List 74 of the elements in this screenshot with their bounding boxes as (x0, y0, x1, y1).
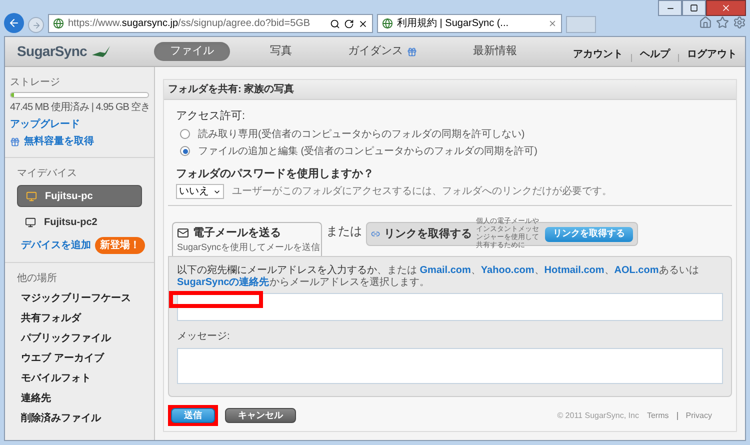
upgrade-link[interactable]: アップグレード (10, 117, 149, 132)
nav-tab[interactable]: 写真 (254, 42, 308, 61)
forward-arrow-icon (32, 20, 40, 30)
computer-icon (26, 190, 37, 202)
settings-icon[interactable] (733, 16, 746, 29)
radio-label: ファイルの追加と編集 (受信者のコンピュータからのフォルダの同期を許可) (198, 144, 538, 158)
close-tab-icon[interactable] (548, 19, 557, 28)
instructions-text: 以下の宛先欄にメールアドレスを入力するか、または Gmail.com、Yahoo.com、Hotmail.com、AOL.comあるいは SugarSyncの連絡先からメールアドレスを選択します。 (177, 265, 700, 289)
email-tab[interactable]: 電子メールを送る SugarSyncを使用してメールを送信 (172, 222, 322, 256)
free-space-link[interactable]: 無料容量を取得 (24, 134, 94, 149)
section-title: マイデバイス (17, 167, 78, 181)
location-item[interactable]: パブリックファイル (17, 331, 142, 346)
back-button[interactable] (4, 13, 24, 33)
search-icon[interactable] (330, 18, 340, 28)
nav-tab[interactable]: ファイル (154, 42, 230, 61)
stop-icon[interactable] (358, 18, 368, 28)
nav-tab[interactable]: 最新情報 (457, 42, 533, 61)
location-item[interactable]: 連絡先 (17, 391, 142, 406)
mail-icon (177, 226, 189, 239)
field-label: メッセージ: (177, 330, 231, 344)
url-text: https://www.sugarsync.jp/ss/signup/agree.do?bid=5GB (68, 17, 310, 31)
new-badge: 新登場！ (95, 237, 145, 254)
location-item[interactable]: 削除済みファイル (17, 411, 142, 426)
hint-text: ユーザーがこのフォルダにアクセスするには、フォルダへのリンクだけが必要です。 (232, 184, 612, 199)
radio-label: 読み取り専用(受信者のコンピュータからのフォルダの同期を許可しない) (198, 128, 525, 142)
account-link[interactable]: ヘルプ (640, 47, 670, 62)
password-select[interactable]: いいえ (176, 184, 224, 199)
home-icon[interactable] (699, 16, 712, 29)
favorites-icon[interactable] (716, 16, 729, 29)
account-link[interactable]: アカウント (573, 47, 623, 62)
field-label: フォルダのパスワードを使用しますか？ (176, 166, 375, 182)
provider-link[interactable]: Hotmail.com (544, 265, 604, 276)
globe-icon (53, 18, 64, 29)
computer-icon (25, 216, 36, 228)
globe-icon (382, 18, 393, 29)
gift-icon (10, 136, 20, 146)
section-title: 他の場所 (17, 272, 58, 286)
location-item[interactable]: モバイルフォト (17, 371, 142, 386)
recipient-field[interactable] (177, 293, 723, 321)
close-icon (721, 3, 731, 13)
close-button[interactable] (706, 0, 746, 16)
message-field[interactable] (177, 348, 723, 384)
logo-text: SugarSync (17, 42, 87, 61)
tab-title: 利用規約 | SugarSync (... (397, 16, 510, 31)
hummingbird-icon (91, 44, 111, 58)
cancel-button[interactable]: キャンセル (225, 408, 296, 423)
maximize-icon (690, 4, 698, 12)
provider-link[interactable]: Gmail.com (420, 265, 471, 276)
nav-tab[interactable]: ガイダンス (332, 42, 433, 61)
tab-title: リンクを取得する (384, 226, 472, 242)
tab-title: 電子メールを送る (193, 226, 281, 240)
refresh-icon[interactable] (344, 18, 354, 28)
radio-button[interactable] (180, 129, 190, 139)
provider-link[interactable]: Yahoo.com (480, 265, 534, 276)
device-item[interactable]: Fujitsu-pc (17, 185, 142, 207)
device-item[interactable]: Fujitsu-pc2 (17, 211, 142, 233)
location-item[interactable]: 共有フォルダ (17, 311, 142, 326)
back-arrow-icon (8, 17, 20, 29)
add-device-link[interactable]: デバイスを追加 (21, 238, 91, 253)
provider-link[interactable]: AOL.com (614, 265, 659, 276)
or-text: または (326, 223, 362, 240)
browser-tab[interactable]: 利用規約 | SugarSync (... (377, 14, 562, 33)
storage-usage: 47.45 MB 使用済み | 4.95 GB 空き (10, 100, 149, 115)
section-title: ストレージ (10, 76, 61, 90)
field-label: アクセス許可: (176, 109, 246, 124)
location-item[interactable]: ウエブ アーカイブ (17, 351, 142, 366)
address-bar[interactable]: https://www.sugarsync.jp/ss/signup/agree.do?bid=5GB (48, 14, 373, 33)
maximize-button[interactable] (682, 0, 706, 16)
panel-title: フォルダを共有: 家族の写真 (164, 80, 736, 100)
provider-link[interactable]: SugarSyncの連絡先 (177, 277, 270, 288)
copyright-text: © 2011 SugarSync, Inc (557, 410, 639, 422)
account-link[interactable]: ログアウト (687, 47, 737, 62)
location-item[interactable]: マジックブリーフケース (17, 291, 142, 306)
radio-button[interactable] (180, 146, 190, 156)
